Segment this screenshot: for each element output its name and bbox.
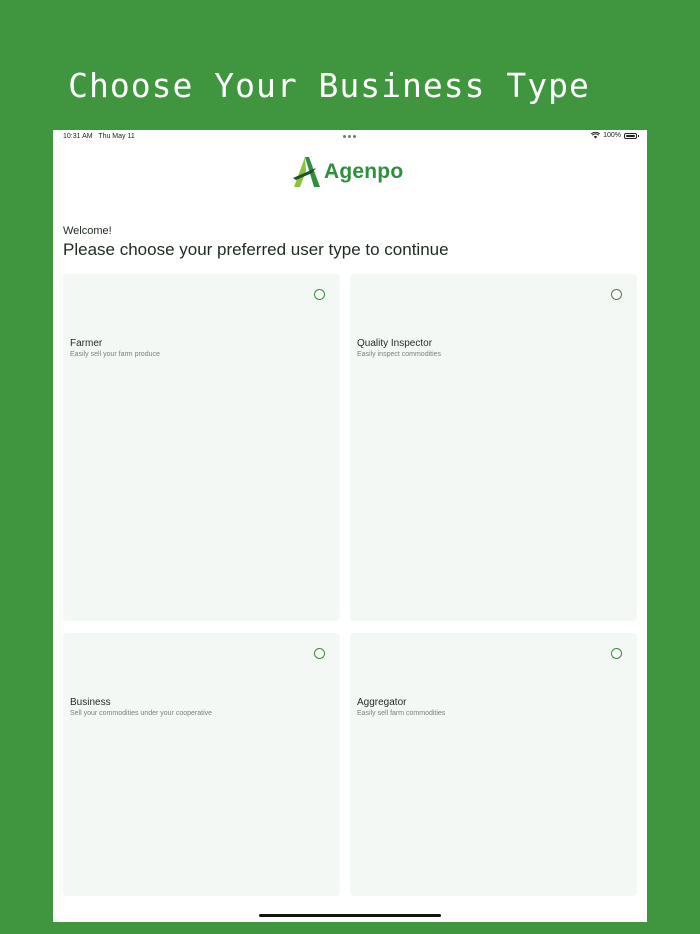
user-type-card-farmer[interactable]: Farmer Easily sell your farm produce bbox=[63, 274, 340, 621]
multitasking-dots-icon[interactable] bbox=[343, 135, 356, 138]
welcome-text: Welcome! bbox=[63, 225, 112, 237]
user-type-prompt: Please choose your preferred user type t… bbox=[63, 240, 449, 259]
status-time-text: 10:31 AM bbox=[63, 133, 93, 140]
wifi-icon bbox=[591, 132, 601, 139]
card-subtitle: Sell your commodities under your coopera… bbox=[70, 710, 213, 717]
radio-unselected-icon[interactable] bbox=[611, 289, 622, 300]
user-type-card-business[interactable]: Business Sell your commodities under you… bbox=[63, 633, 340, 896]
user-type-card-quality-inspector[interactable]: Quality Inspector Easily inspect commodi… bbox=[350, 274, 637, 621]
card-subtitle: Easily inspect commodities bbox=[357, 351, 442, 358]
home-indicator[interactable] bbox=[259, 914, 441, 917]
card-subtitle: Easily sell your farm produce bbox=[70, 351, 160, 358]
radio-unselected-icon[interactable] bbox=[314, 648, 325, 659]
brand-logo: Agenpo bbox=[291, 156, 403, 188]
card-subtitle: Easily sell farm commodities bbox=[357, 710, 446, 717]
user-type-card-aggregator[interactable]: Aggregator Easily sell farm commodities bbox=[350, 633, 637, 896]
status-time: 10:31 AM Thu May 11 bbox=[63, 133, 135, 140]
card-title: Business bbox=[70, 697, 111, 708]
battery-percent: 100% bbox=[603, 132, 621, 139]
card-title: Aggregator bbox=[357, 697, 407, 708]
brand-name: Agenpo bbox=[324, 160, 404, 183]
status-date-text: Thu May 11 bbox=[98, 133, 135, 140]
card-title: Quality Inspector bbox=[357, 338, 433, 349]
hero-title: Choose Your Business Type bbox=[68, 66, 590, 105]
agenpo-logo-icon bbox=[291, 156, 321, 188]
status-bar: 10:31 AM Thu May 11 100% bbox=[53, 130, 647, 144]
battery-icon bbox=[624, 132, 639, 139]
card-title: Farmer bbox=[70, 338, 103, 349]
radio-unselected-icon[interactable] bbox=[314, 289, 325, 300]
status-indicators: 100% bbox=[591, 132, 639, 139]
radio-unselected-icon[interactable] bbox=[611, 648, 622, 659]
device-screen: 10:31 AM Thu May 11 100% Agenpo Welcome!… bbox=[53, 130, 647, 922]
